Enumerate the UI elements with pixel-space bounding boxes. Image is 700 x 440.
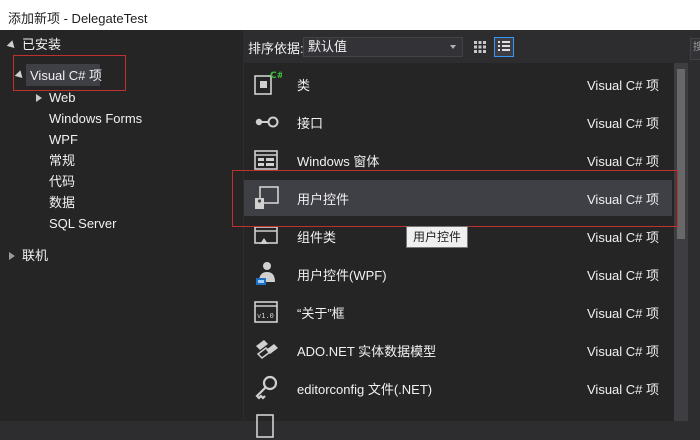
tree-node-installed[interactable]: 已安装	[22, 35, 61, 55]
svg-text:C#: C#	[270, 71, 282, 81]
expand-online-icon[interactable]	[9, 252, 15, 260]
list-item-interface[interactable]: 接口 Visual C# 项	[244, 104, 672, 140]
document-icon	[256, 414, 274, 438]
list-scrollbar[interactable]	[674, 63, 688, 421]
tree-node-data[interactable]: 数据	[49, 193, 75, 213]
editorconfig-icon	[255, 375, 278, 400]
tree-node-code[interactable]: 代码	[49, 172, 75, 192]
tree-node-windows-forms[interactable]: Windows Forms	[49, 109, 142, 129]
expand-web-icon[interactable]	[36, 94, 42, 102]
tree-node-general[interactable]: 常规	[49, 151, 75, 171]
highlight-box-tree	[13, 55, 126, 91]
list-item-partial[interactable]	[244, 408, 672, 438]
entity-model-icon	[256, 340, 278, 359]
list-view-button[interactable]	[494, 37, 514, 57]
item-category: Visual C# 项	[587, 154, 660, 169]
tree-node-sql-server[interactable]: SQL Server	[49, 214, 116, 234]
item-name: 类	[297, 78, 311, 93]
chevron-down-icon	[450, 45, 456, 49]
sort-label: 排序依据:	[248, 41, 304, 56]
sort-value: 默认值	[308, 39, 348, 54]
interface-icon	[255, 116, 279, 128]
list-view-icon	[498, 41, 510, 51]
scrollbar-thumb[interactable]	[677, 69, 685, 239]
item-category: Visual C# 项	[587, 306, 660, 321]
about-box-icon: v1.0	[254, 301, 278, 323]
item-name: 接口	[297, 116, 324, 131]
tree-node-wpf[interactable]: WPF	[49, 130, 78, 150]
search-input[interactable]: 搜	[690, 38, 700, 60]
tree-node-web[interactable]: Web	[49, 88, 76, 108]
grid-view-icon	[474, 41, 486, 53]
list-item-class[interactable]: C# 类 Visual C# 项	[244, 66, 672, 102]
list-item-about-box[interactable]: v1.0 “关于”框 Visual C# 项	[244, 294, 672, 330]
item-name: Windows 窗体	[297, 154, 380, 169]
item-category: Visual C# 项	[587, 268, 660, 283]
item-category: Visual C# 项	[587, 230, 660, 245]
tree-node-online[interactable]: 联机	[22, 246, 48, 266]
item-name: “关于”框	[297, 306, 345, 321]
item-name: 用户控件(WPF)	[297, 268, 387, 283]
tooltip: 用户控件	[406, 226, 469, 248]
item-category: Visual C# 项	[587, 382, 660, 397]
wpf-user-control-icon	[256, 262, 275, 285]
sort-dropdown[interactable]: 默认值	[303, 37, 463, 57]
list-item-entity-model[interactable]: ADO.NET 实体数据模型 Visual C# 项	[244, 332, 672, 368]
list-item-wpf-user-control[interactable]: 用户控件(WPF) Visual C# 项	[244, 256, 672, 292]
svg-text:v1.0: v1.0	[257, 312, 274, 320]
item-name: ADO.NET 实体数据模型	[297, 344, 437, 359]
title-bar: 添加新项 - DelegateTest	[0, 0, 700, 30]
item-category: Visual C# 项	[587, 116, 660, 131]
class-icon: C#	[254, 71, 282, 95]
list-item-editorconfig[interactable]: editorconfig 文件(.NET) Visual C# 项	[244, 370, 672, 406]
highlight-box-list	[232, 170, 678, 227]
item-category: Visual C# 项	[587, 344, 660, 359]
grid-view-button[interactable]	[470, 37, 490, 57]
item-name: editorconfig 文件(.NET)	[297, 382, 433, 397]
item-category: Visual C# 项	[587, 78, 660, 93]
item-name: 组件类	[297, 230, 337, 245]
window-title: 添加新项 - DelegateTest	[8, 11, 148, 26]
